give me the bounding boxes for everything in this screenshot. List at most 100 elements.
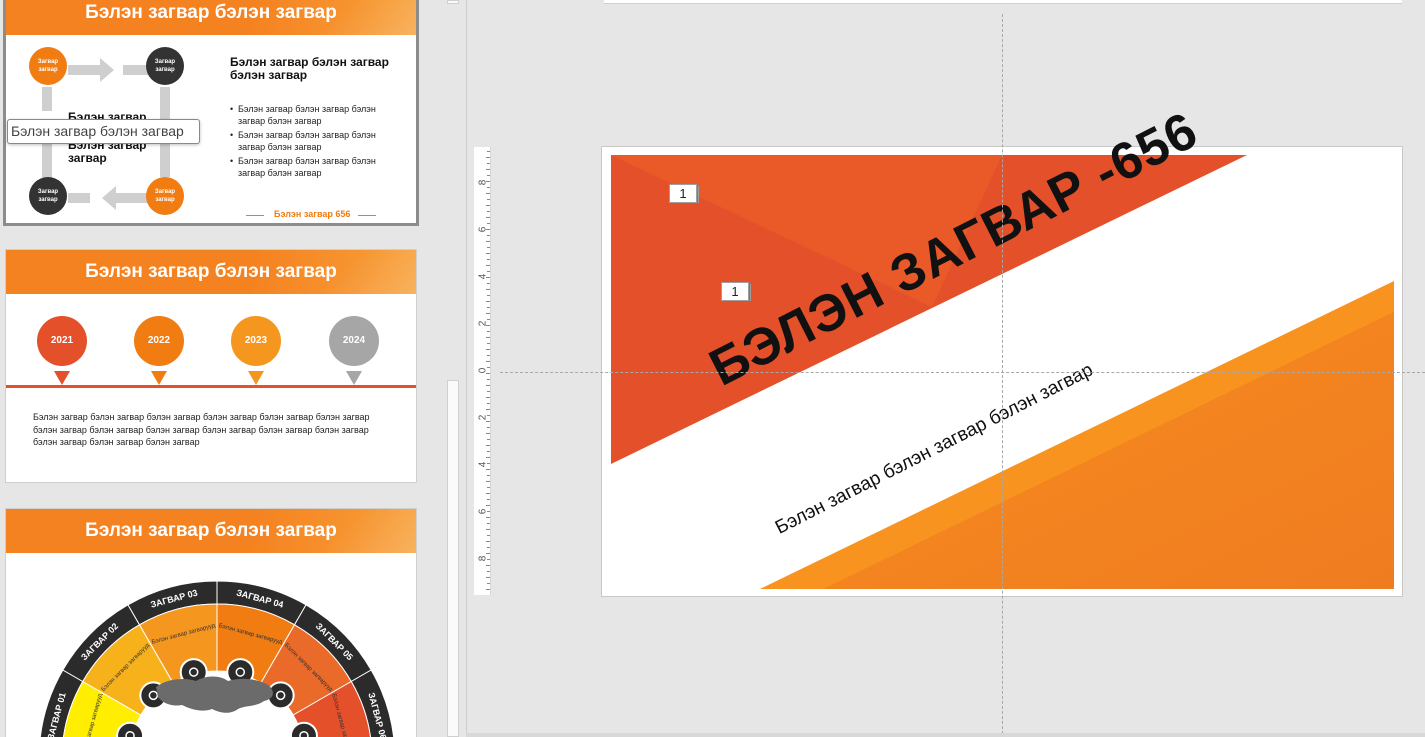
- ruler-tick: [486, 577, 490, 578]
- world-map: [156, 676, 273, 713]
- previous-slide-edge: [604, 0, 1402, 4]
- next-slide-edge: [466, 733, 1425, 737]
- ruler-tick: [486, 253, 490, 254]
- ruler-tick: [486, 265, 490, 266]
- ruler-tick: [486, 481, 490, 482]
- tooltip: Бэлэн загвар бэлэн загвар: [7, 119, 200, 144]
- footer-line: [358, 215, 376, 216]
- scrollbar-thumb[interactable]: [447, 380, 459, 737]
- ruler-tick: [487, 571, 490, 572]
- ruler-tick: [487, 247, 490, 248]
- bullet-item: Бэлэн загвар бэлэн загвар бэлэн загвар б…: [230, 103, 405, 127]
- ruler-tick: [486, 361, 490, 362]
- ruler-tick: [487, 559, 490, 560]
- thumbnail-heading: Бэлэн загвар бэлэн загвар бэлэн загвар: [230, 55, 389, 82]
- ruler-tick: [487, 187, 490, 188]
- thumbnail-footer: Бэлэн загвар 656: [274, 209, 351, 219]
- ruler-tick: [487, 175, 490, 176]
- thumbnail-scrollbar[interactable]: [444, 0, 462, 737]
- year-pin-2021: 2021: [37, 316, 87, 366]
- slide-number-marker[interactable]: 1: [669, 184, 699, 203]
- ruler-tick: [486, 157, 490, 158]
- ruler-tick: [486, 217, 490, 218]
- step-circle-4: Загвар загвар: [146, 177, 184, 215]
- thumbnail-header: Бэлэн загвар бэлэн загвар: [6, 250, 416, 294]
- ruler-tick: [487, 343, 490, 344]
- powerpoint-editor: Бэлэн загвар бэлэн загвар Загвар загвар …: [0, 0, 1425, 737]
- ruler-tick: [487, 367, 490, 368]
- ruler-tick: [486, 469, 490, 470]
- ruler-tick: [486, 589, 490, 590]
- slide-thumbnail-1[interactable]: Бэлэн загвар бэлэн загвар Загвар загвар …: [3, 0, 419, 226]
- step-circle-3: Загвар загвар: [29, 177, 67, 215]
- pin-tip: [54, 371, 70, 385]
- ruler-tick: [487, 451, 490, 452]
- slide-thumbnail-2[interactable]: Бэлэн загвар бэлэн загвар 2021 2022 2023…: [5, 249, 417, 483]
- ruler-tick: [487, 355, 490, 356]
- horizontal-guide[interactable]: [500, 372, 1425, 373]
- ruler-tick: [487, 379, 490, 380]
- ruler-tick: [487, 211, 490, 212]
- step-circle-1: Загвар загвар: [29, 47, 67, 85]
- ruler-tick: [486, 433, 490, 434]
- ruler-tick: [486, 193, 490, 194]
- bullet-item: Бэлэн загвар бэлэн загвар бэлэн загвар б…: [230, 155, 405, 179]
- ruler-tick: [486, 409, 490, 410]
- ruler-tick: [487, 463, 490, 464]
- pin-tip: [151, 371, 167, 385]
- arrow-head: [102, 186, 116, 210]
- bullet-item: Бэлэн загвар бэлэн загвар бэлэн загвар б…: [230, 129, 405, 153]
- ruler-tick: [487, 391, 490, 392]
- ruler-tick: [486, 421, 490, 422]
- wheel-diagram: ЗАГВАР 01 Бэлэн загвар загваруудЗАГВАР 02…: [39, 580, 395, 737]
- ruler-tick: [486, 529, 490, 530]
- ruler-tick: [486, 337, 490, 338]
- ruler-tick: [487, 319, 490, 320]
- ruler-tick: [487, 499, 490, 500]
- scroll-top[interactable]: [447, 0, 459, 4]
- connector-arrow: [42, 87, 52, 111]
- vertical-ruler[interactable]: 864202468: [474, 147, 491, 595]
- step-circle-2: Загвар загвар: [146, 47, 184, 85]
- ruler-tick: [487, 427, 490, 428]
- footer-line: [246, 215, 264, 216]
- ruler-tick: [487, 511, 490, 512]
- ruler-tick: [487, 271, 490, 272]
- slide-thumbnail-panel[interactable]: Бэлэн загвар бэлэн загвар Загвар загвар …: [0, 0, 440, 737]
- ruler-tick: [487, 163, 490, 164]
- ruler-tick: [486, 169, 490, 170]
- ruler-tick: [486, 457, 490, 458]
- ruler-tick: [487, 331, 490, 332]
- ruler-tick: [486, 541, 490, 542]
- ruler-tick: [486, 277, 490, 278]
- ruler-tick: [486, 205, 490, 206]
- ruler-tick: [487, 523, 490, 524]
- slide-thumbnail-3[interactable]: Бэлэн загвар бэлэн загвар ЗАГВАР 01 Бэлэн…: [5, 508, 417, 737]
- year-pin-2022: 2022: [134, 316, 184, 366]
- ruler-tick: [486, 517, 490, 518]
- ruler-tick: [486, 385, 490, 386]
- ruler-tick: [486, 445, 490, 446]
- connector-arrow: [42, 141, 52, 181]
- ruler-tick: [487, 199, 490, 200]
- ruler-tick: [487, 415, 490, 416]
- ruler-tick: [487, 403, 490, 404]
- ruler-tick: [487, 283, 490, 284]
- ruler-tick: [486, 553, 490, 554]
- timeline-line: [6, 385, 416, 388]
- ruler-tick: [486, 565, 490, 566]
- ruler-tick: [486, 397, 490, 398]
- arrow-head: [100, 58, 114, 82]
- thumbnail-header: Бэлэн загвар бэлэн загвар: [6, 0, 416, 35]
- ruler-tick: [487, 307, 490, 308]
- ruler-tick: [487, 295, 490, 296]
- ruler-tick: [487, 475, 490, 476]
- ruler-tick: [487, 259, 490, 260]
- timeline-paragraph: Бэлэн загвар бэлэн загвар бэлэн загвар б…: [33, 412, 370, 447]
- vertical-guide[interactable]: [1002, 14, 1003, 734]
- ruler-tick: [486, 313, 490, 314]
- ruler-tick: [486, 241, 490, 242]
- year-pin-2023: 2023: [231, 316, 281, 366]
- slide-number-marker[interactable]: 1: [721, 282, 751, 301]
- panel-divider[interactable]: [466, 0, 467, 737]
